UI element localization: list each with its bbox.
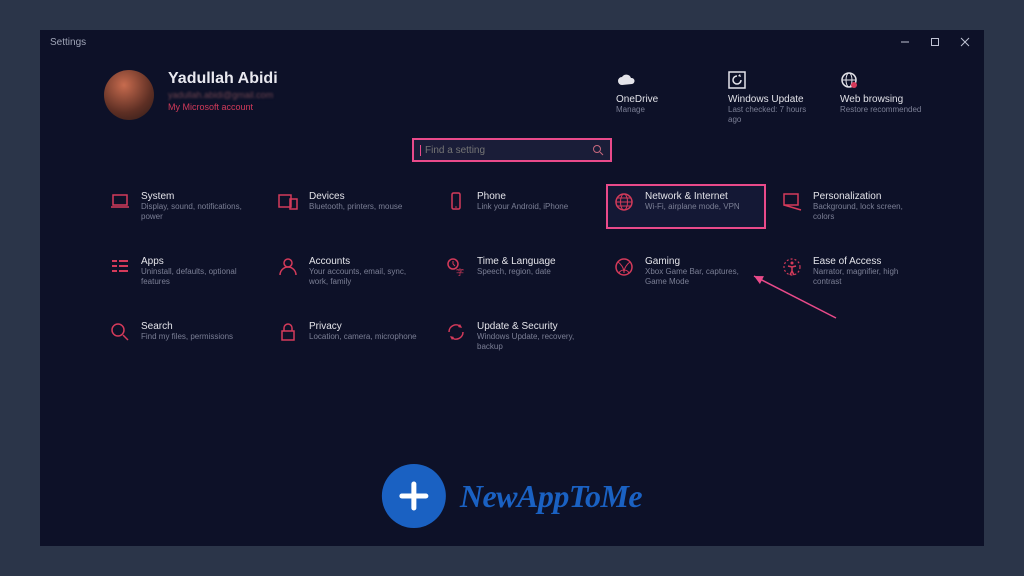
search-icon	[592, 144, 604, 156]
clock-language-icon: 字	[445, 256, 467, 278]
xbox-icon	[613, 256, 635, 278]
window-title: Settings	[50, 37, 86, 48]
avatar[interactable]	[104, 70, 154, 120]
tile-sub: Windows Update, recovery, backup	[477, 332, 587, 352]
status-onedrive[interactable]: OneDrive Manage	[616, 70, 700, 124]
settings-grid: System Display, sound, notifications, po…	[40, 178, 984, 359]
tile-time-language[interactable]: 字 Time & Language Speech, region, date	[438, 249, 598, 294]
window-controls	[890, 30, 980, 54]
sync-icon	[445, 321, 467, 343]
tile-sub: Speech, region, date	[477, 267, 556, 277]
tile-sub: Uninstall, defaults, optional features	[141, 267, 251, 287]
tile-title: Phone	[477, 191, 568, 202]
tile-sub: Find my files, permissions	[141, 332, 233, 342]
tile-phone[interactable]: Phone Link your Android, iPhone	[438, 184, 598, 229]
microsoft-account-link[interactable]: My Microsoft account	[168, 102, 278, 112]
status-sub: Restore recommended	[840, 105, 921, 115]
tile-sub: Narrator, magnifier, high contrast	[813, 267, 923, 287]
tile-title: Devices	[309, 191, 402, 202]
search-box[interactable]	[412, 138, 612, 162]
tile-title: System	[141, 191, 251, 202]
watermark: NewAppToMe	[382, 464, 642, 528]
phone-icon	[445, 191, 467, 213]
person-icon	[277, 256, 299, 278]
tile-title: Accounts	[309, 256, 419, 267]
titlebar: Settings	[40, 30, 984, 54]
close-button[interactable]	[950, 30, 980, 54]
tile-title: Update & Security	[477, 321, 587, 332]
user-name: Yadullah Abidi	[168, 70, 278, 88]
tile-title: Gaming	[645, 256, 755, 267]
accessibility-icon	[781, 256, 803, 278]
tile-accounts[interactable]: Accounts Your accounts, email, sync, wor…	[270, 249, 430, 294]
tile-search[interactable]: Search Find my files, permissions	[102, 314, 262, 359]
tile-sub: Bluetooth, printers, mouse	[309, 202, 402, 212]
header: Yadullah Abidi yadullah.abidi@gmail.com …	[40, 54, 984, 132]
status-sub: Manage	[616, 105, 645, 115]
tile-personalization[interactable]: Personalization Background, lock screen,…	[774, 184, 934, 229]
tile-title: Time & Language	[477, 256, 556, 267]
tile-title: Privacy	[309, 321, 417, 332]
svg-text:字: 字	[456, 267, 464, 277]
tile-ease-of-access[interactable]: Ease of Access Narrator, magnifier, high…	[774, 249, 934, 294]
plus-circle-icon	[382, 464, 446, 528]
tile-network[interactable]: Network & Internet Wi-Fi, airplane mode,…	[606, 184, 766, 229]
paintbrush-icon	[781, 191, 803, 213]
search-icon	[109, 321, 131, 343]
tile-sub: Wi-Fi, airplane mode, VPN	[645, 202, 740, 212]
apps-list-icon	[109, 256, 131, 278]
search-input[interactable]	[420, 145, 592, 156]
settings-window: Settings Yadullah Abidi yadullah.abidi@g…	[40, 30, 984, 546]
user-email-blurred: yadullah.abidi@gmail.com	[168, 90, 278, 100]
tile-title: Apps	[141, 256, 251, 267]
laptop-icon	[109, 191, 131, 213]
tile-sub: Background, lock screen, colors	[813, 202, 923, 222]
tile-sub: Xbox Game Bar, captures, Game Mode	[645, 267, 755, 287]
tile-apps[interactable]: Apps Uninstall, defaults, optional featu…	[102, 249, 262, 294]
tile-title: Personalization	[813, 191, 923, 202]
tile-title: Ease of Access	[813, 256, 923, 267]
search-wrap	[40, 138, 984, 162]
status-title: Windows Update	[728, 94, 804, 105]
watermark-text: NewAppToMe	[460, 478, 642, 515]
status-title: OneDrive	[616, 94, 658, 105]
tile-sub: Your accounts, email, sync, work, family	[309, 267, 419, 287]
status-windows-update[interactable]: Windows Update Last checked: 7 hours ago	[728, 70, 812, 124]
status-title: Web browsing	[840, 94, 903, 105]
tile-system[interactable]: System Display, sound, notifications, po…	[102, 184, 262, 229]
tile-privacy[interactable]: Privacy Location, camera, microphone	[270, 314, 430, 359]
tile-title: Search	[141, 321, 233, 332]
globe-icon	[840, 70, 858, 90]
status-row: OneDrive Manage Windows Update Last chec…	[616, 70, 944, 124]
maximize-button[interactable]	[920, 30, 950, 54]
tile-gaming[interactable]: Gaming Xbox Game Bar, captures, Game Mod…	[606, 249, 766, 294]
cloud-icon	[616, 70, 636, 90]
tile-update-security[interactable]: Update & Security Windows Update, recove…	[438, 314, 598, 359]
status-sub: Last checked: 7 hours ago	[728, 105, 812, 124]
tile-title: Network & Internet	[645, 191, 740, 202]
globe-icon	[613, 191, 635, 213]
tile-sub: Display, sound, notifications, power	[141, 202, 251, 222]
tile-sub: Location, camera, microphone	[309, 332, 417, 342]
user-block: Yadullah Abidi yadullah.abidi@gmail.com …	[168, 70, 278, 112]
status-web-browsing[interactable]: Web browsing Restore recommended	[840, 70, 924, 124]
tile-sub: Link your Android, iPhone	[477, 202, 568, 212]
devices-icon	[277, 191, 299, 213]
lock-icon	[277, 321, 299, 343]
update-icon	[728, 70, 746, 90]
tile-devices[interactable]: Devices Bluetooth, printers, mouse	[270, 184, 430, 229]
minimize-button[interactable]	[890, 30, 920, 54]
